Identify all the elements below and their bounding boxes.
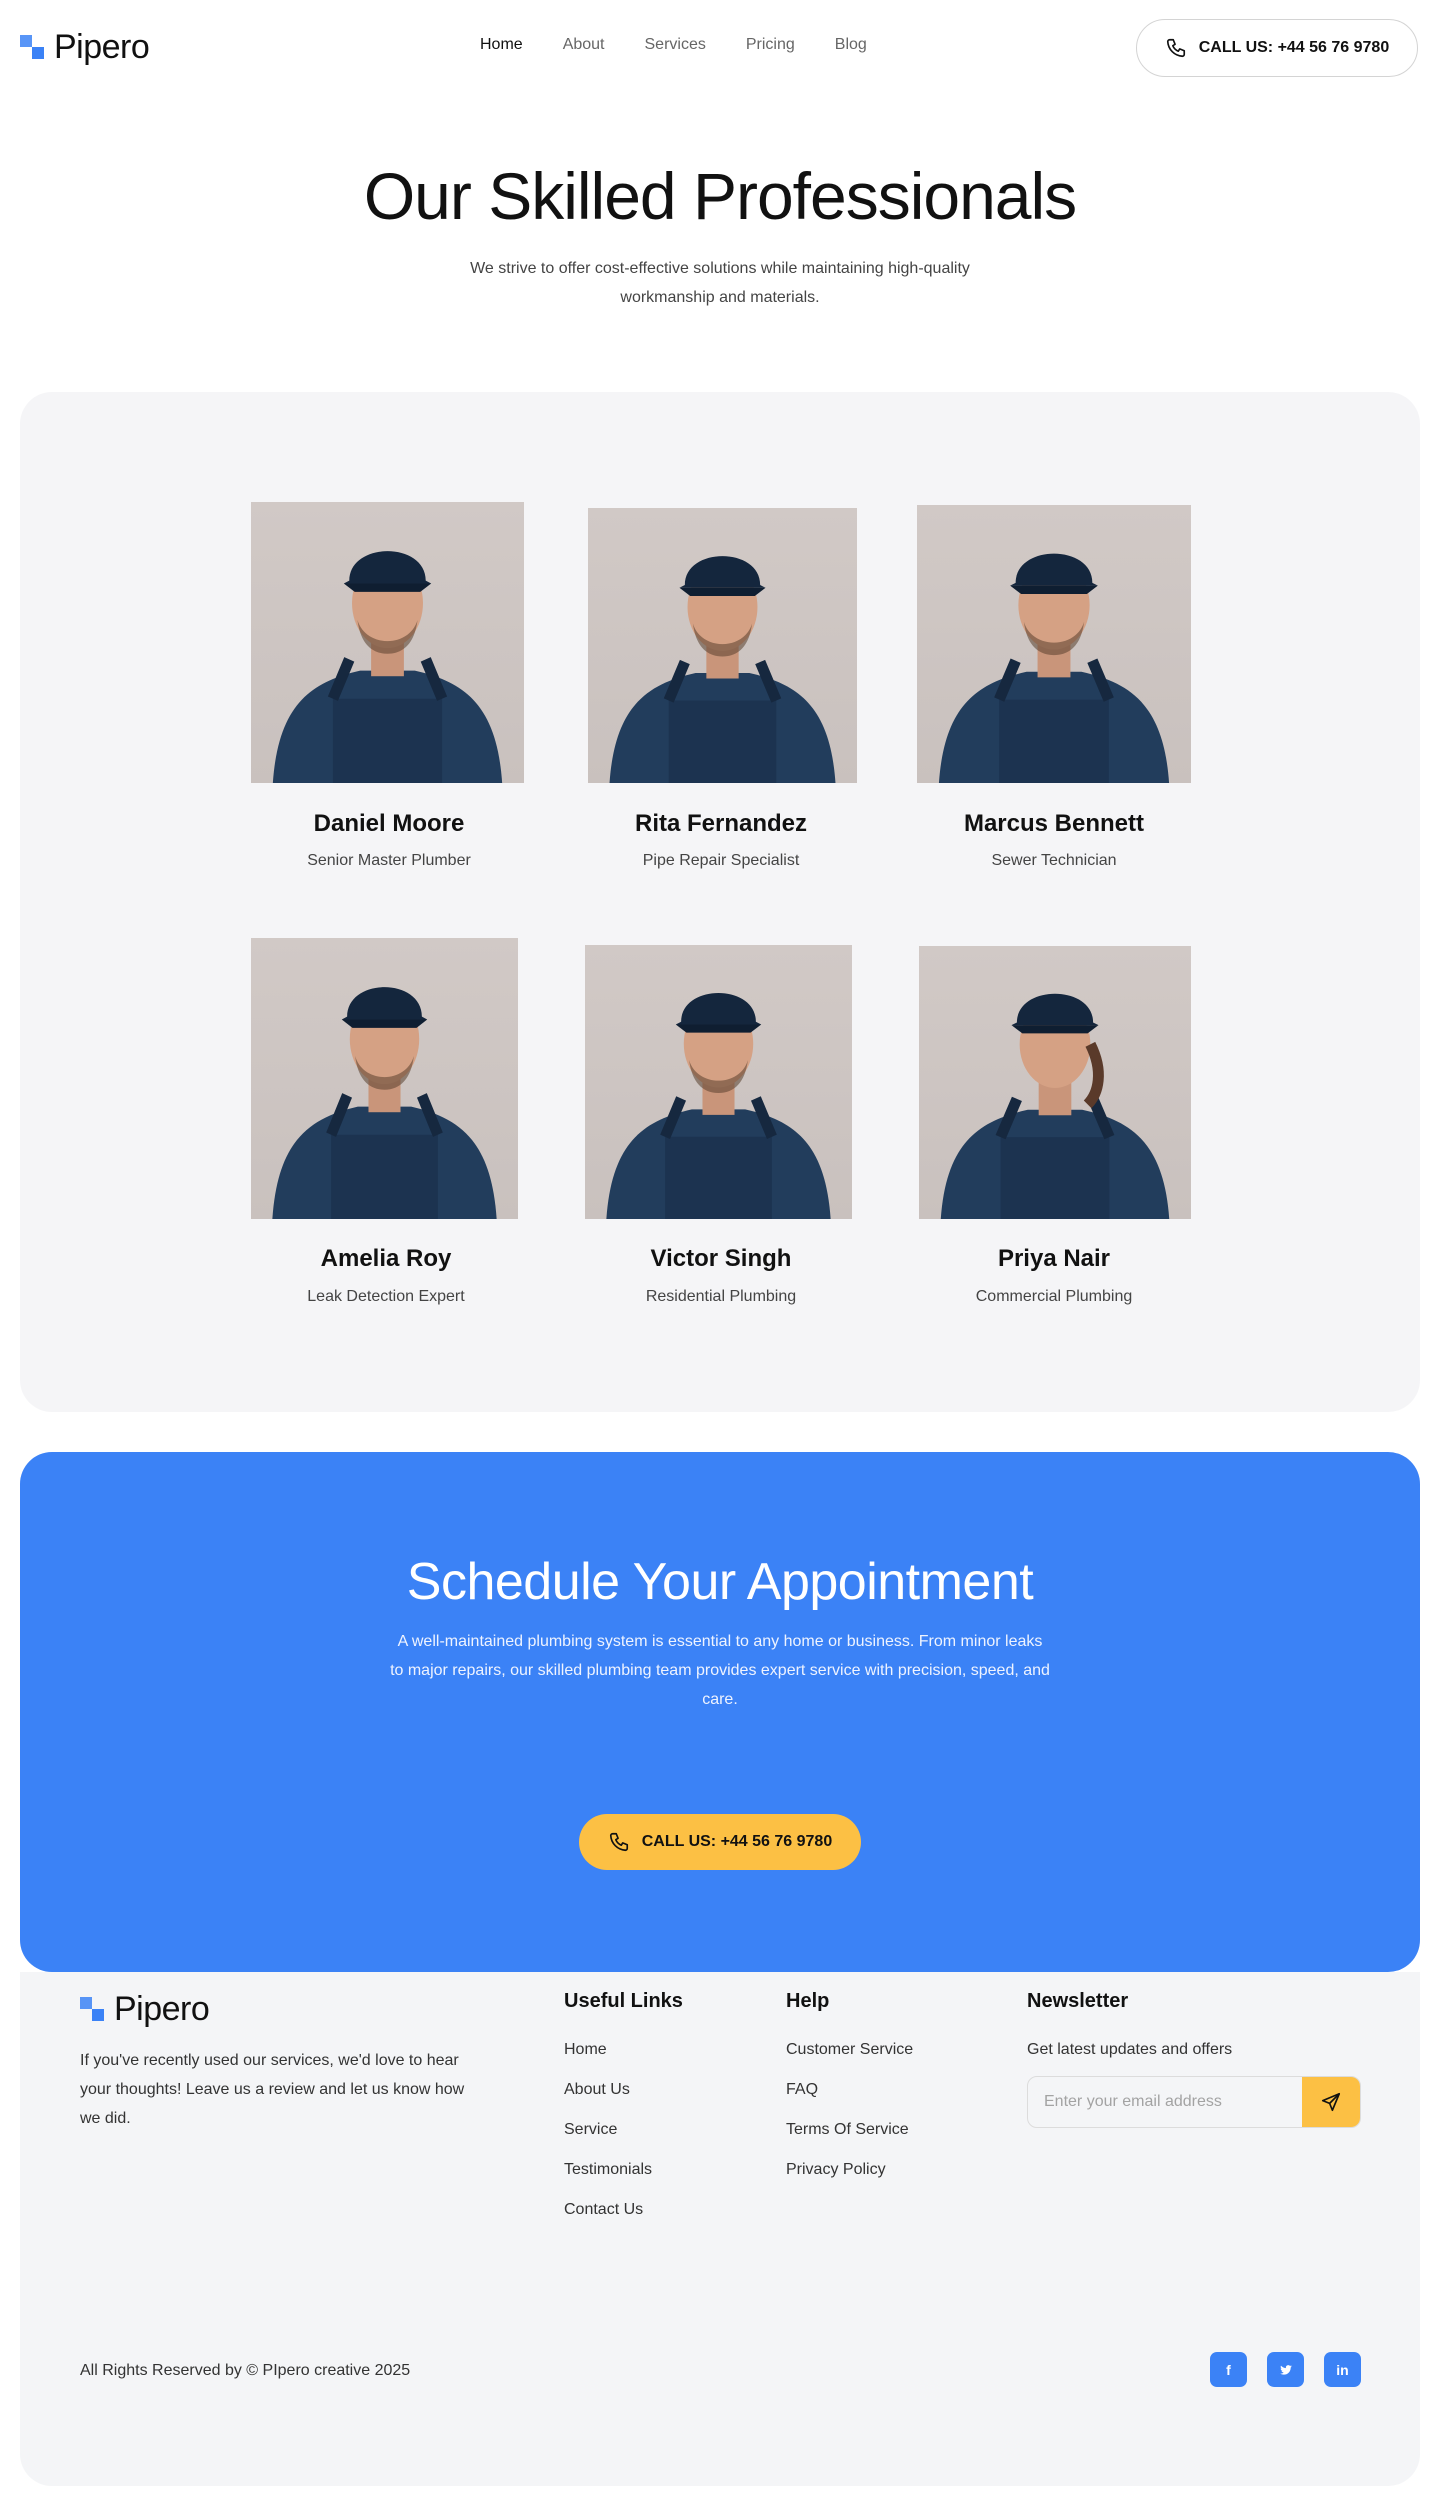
linkedin-icon[interactable]: in xyxy=(1324,2352,1361,2387)
phone-icon xyxy=(609,1832,628,1852)
team-member-role: Residential Plumbing xyxy=(645,1288,797,1305)
footer-link-privacy[interactable]: Privacy Policy xyxy=(786,2161,913,2179)
footer-link-contact[interactable]: Contact Us xyxy=(564,2201,683,2219)
nav-services[interactable]: Services xyxy=(645,36,706,54)
appointment-call-button[interactable]: CALL US: +44 56 76 9780 xyxy=(579,1814,861,1870)
team-member-role: Pipe Repair Specialist xyxy=(642,852,800,869)
appointment-section: Schedule Your Appointment A well-maintai… xyxy=(20,1452,1420,1972)
main-nav: Home About Services Pricing Blog xyxy=(480,36,867,54)
logo-mark-icon xyxy=(20,34,46,61)
team-member-role: Leak Detection Expert xyxy=(307,1288,465,1305)
logo-mark-icon xyxy=(80,1996,106,2023)
footer-link-testimonials[interactable]: Testimonials xyxy=(564,2161,683,2179)
useful-links-column: Useful Links Home About Us Service Testi… xyxy=(564,1990,683,2241)
appointment-title: Schedule Your Appointment xyxy=(406,1553,1034,1611)
team-photo-3 xyxy=(917,505,1191,783)
team-member-name: Rita Fernandez xyxy=(634,810,808,837)
social-links: f in xyxy=(1210,2352,1361,2387)
nav-pricing[interactable]: Pricing xyxy=(746,36,795,54)
nav-home[interactable]: Home xyxy=(480,36,523,54)
twitter-icon[interactable] xyxy=(1267,2352,1304,2387)
header-call-button[interactable]: CALL US: +44 56 76 9780 xyxy=(1136,19,1418,77)
phone-icon xyxy=(1166,38,1185,58)
worker-portrait-image xyxy=(606,992,831,1219)
team-photo-5 xyxy=(585,945,852,1219)
team-member-name: Marcus Bennett xyxy=(963,810,1145,837)
appointment-text: A well-maintained plumbing system is ess… xyxy=(390,1633,1050,1708)
footer-link-terms[interactable]: Terms Of Service xyxy=(786,2121,913,2139)
useful-links-title: Useful Links xyxy=(564,1990,683,2012)
newsletter-title: Newsletter xyxy=(1027,1990,1129,2012)
copyright: All Rights Reserved by © PIpero creative… xyxy=(80,2362,411,2379)
team-photo-4 xyxy=(251,938,518,1219)
logo-text: Pipero xyxy=(54,28,150,66)
newsletter-submit-button[interactable] xyxy=(1302,2077,1360,2127)
page-subtitle: We strive to offer cost-effective soluti… xyxy=(470,260,970,306)
footer-description: If you've recently used our services, we… xyxy=(80,2052,465,2127)
team-photo-6 xyxy=(919,946,1191,1219)
footer-logo[interactable]: Pipero xyxy=(80,1990,210,2029)
team-member-role: Senior Master Plumber xyxy=(307,852,471,869)
worker-portrait-image xyxy=(940,993,1170,1219)
nav-about[interactable]: About xyxy=(563,36,605,54)
send-icon xyxy=(1321,2092,1341,2112)
team-member-role: Commercial Plumbing xyxy=(975,1288,1133,1305)
header-call-label: CALL US: +44 56 76 9780 xyxy=(1198,39,1390,56)
team-photo-1 xyxy=(251,502,524,783)
worker-portrait-image xyxy=(272,987,497,1219)
site-header: Pipero Home About Services Pricing Blog … xyxy=(0,0,1440,96)
footer-link-home[interactable]: Home xyxy=(564,2041,683,2059)
site-footer: Pipero If you've recently used our servi… xyxy=(20,1972,1420,2486)
newsletter-form xyxy=(1027,2076,1361,2128)
worker-portrait-image xyxy=(272,551,503,783)
appointment-call-label: CALL US: +44 56 76 9780 xyxy=(641,1833,833,1850)
facebook-icon[interactable]: f xyxy=(1210,2352,1247,2387)
footer-link-customer-service[interactable]: Customer Service xyxy=(786,2041,913,2059)
worker-portrait-image xyxy=(609,556,836,783)
twitter-bird-icon xyxy=(1279,2364,1292,2375)
footer-link-faq[interactable]: FAQ xyxy=(786,2081,913,2099)
footer-link-service[interactable]: Service xyxy=(564,2121,683,2139)
newsletter-column: Newsletter Get latest updates and offers xyxy=(1027,1990,1361,2128)
team-member-name: Victor Singh xyxy=(650,1245,792,1272)
footer-link-about[interactable]: About Us xyxy=(564,2081,683,2099)
team-photo-2 xyxy=(588,508,857,783)
help-title: Help xyxy=(786,1990,830,2012)
page-title: Our Skilled Professionals xyxy=(363,159,1077,233)
header-logo[interactable]: Pipero xyxy=(20,28,150,67)
team-section: Daniel Moore Senior Master Plumber Rita … xyxy=(20,392,1420,1412)
team-member-name: Amelia Roy xyxy=(320,1245,452,1272)
team-member-role: Sewer Technician xyxy=(991,852,1117,869)
help-column: Help Customer Service FAQ Terms Of Servi… xyxy=(786,1990,913,2201)
logo-text: Pipero xyxy=(114,1990,210,2028)
nav-blog[interactable]: Blog xyxy=(835,36,867,54)
newsletter-email-input[interactable] xyxy=(1028,2077,1302,2127)
newsletter-text: Get latest updates and offers xyxy=(1027,2041,1233,2058)
team-member-name: Daniel Moore xyxy=(313,810,465,837)
team-member-name: Priya Nair xyxy=(997,1245,1111,1272)
worker-portrait-image xyxy=(938,553,1170,783)
